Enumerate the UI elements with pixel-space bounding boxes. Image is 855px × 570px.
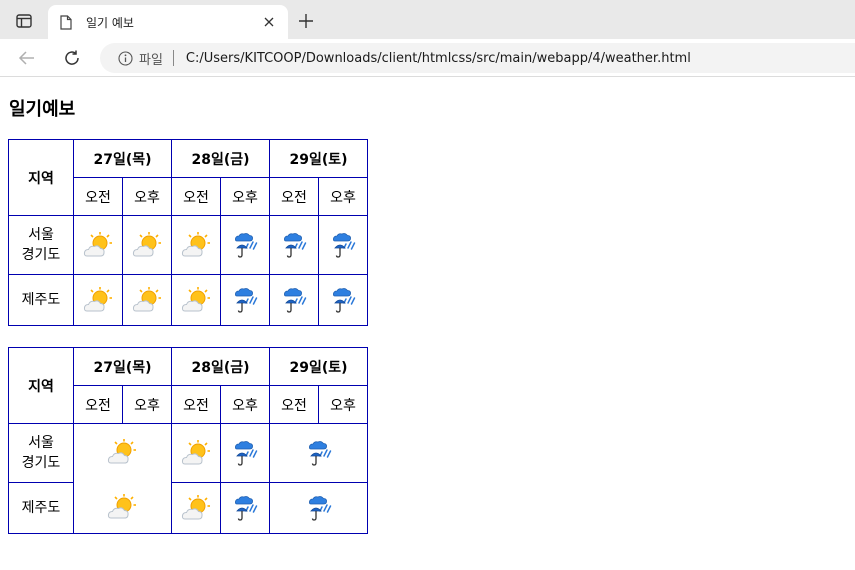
weather-cell xyxy=(171,482,221,534)
close-icon xyxy=(264,17,274,27)
weather-cell xyxy=(318,274,368,326)
arrow-left-icon xyxy=(18,51,34,65)
day-header: 29일(토) xyxy=(269,347,368,386)
weather-cell xyxy=(318,215,368,275)
am-header: 오전 xyxy=(73,177,123,216)
am-header: 오전 xyxy=(171,385,221,424)
region-name: 제주도 xyxy=(21,500,61,516)
rain-umbrella-icon xyxy=(235,233,258,258)
region-cell: 제주도 xyxy=(8,274,74,326)
weather-cell xyxy=(73,423,172,534)
rain-umbrella-icon xyxy=(235,496,258,521)
forecast-table-2: 지역 27일(목) 28일(금) 29일(토) 오전 오후 오전 오후 오전 오… xyxy=(8,347,368,534)
active-tab[interactable]: 일기 예보 xyxy=(48,5,288,39)
weather-cell xyxy=(220,482,270,534)
pm-header: 오후 xyxy=(318,385,368,424)
info-icon[interactable] xyxy=(118,50,133,66)
am-header: 오전 xyxy=(171,177,221,216)
day-header: 27일(목) xyxy=(73,347,172,386)
rain-umbrella-icon xyxy=(308,496,331,521)
sun-cloud-icon xyxy=(132,287,161,312)
region-header: 지역 xyxy=(8,347,74,424)
region-cell: 서울 경기도 xyxy=(8,215,74,275)
pm-header: 오후 xyxy=(220,177,270,216)
document-icon xyxy=(60,14,72,30)
weather-cell xyxy=(269,482,368,534)
weather-cell xyxy=(220,215,270,275)
weather-cell xyxy=(73,274,123,326)
page-content: 일기예보 지역 27일(목) 28일(금) 29일(토) 오전 오후 오전 오후… xyxy=(8,77,855,570)
table-row: 서울 경기도 xyxy=(8,423,368,534)
sun-cloud-icon xyxy=(107,494,136,519)
sun-cloud-icon xyxy=(181,440,210,465)
sun-cloud-icon xyxy=(107,439,136,464)
day-header: 29일(토) xyxy=(269,139,368,178)
weather-cell xyxy=(220,423,270,483)
weather-cell xyxy=(269,423,368,483)
forecast-table-1: 지역 27일(목) 28일(금) 29일(토) 오전 오후 오전 오후 오전 오… xyxy=(8,139,368,326)
tab-title: 일기 예보 xyxy=(86,15,134,30)
address-url[interactable]: C:/Users/KITCOOP/Downloads/client/htmlcs… xyxy=(186,51,691,66)
weather-cell xyxy=(171,215,221,275)
rain-umbrella-icon xyxy=(308,441,331,466)
pm-header: 오후 xyxy=(220,385,270,424)
region-name: 서울 xyxy=(28,435,54,451)
region-cell: 제주도 xyxy=(8,482,74,534)
browser-toolbar: 파일 C:/Users/KITCOOP/Downloads/client/htm… xyxy=(0,39,855,77)
page-title: 일기예보 xyxy=(9,99,76,120)
rain-umbrella-icon xyxy=(235,441,258,466)
reload-button[interactable] xyxy=(58,44,86,72)
weather-cell xyxy=(171,423,221,483)
sun-cloud-icon xyxy=(132,232,161,257)
table-row: 서울 경기도 xyxy=(8,215,368,275)
close-tab-button[interactable] xyxy=(260,13,278,31)
region-name: 경기도 xyxy=(21,455,61,471)
day-header: 28일(금) xyxy=(171,347,270,386)
region-cell: 서울 경기도 xyxy=(8,423,74,483)
day-header: 28일(금) xyxy=(171,139,270,178)
am-header: 오전 xyxy=(269,177,319,216)
region-name: 경기도 xyxy=(21,247,61,263)
pm-header: 오후 xyxy=(122,385,172,424)
weather-cell xyxy=(269,215,319,275)
tab-actions-button[interactable] xyxy=(10,9,38,33)
sun-cloud-icon xyxy=(83,232,112,257)
am-header: 오전 xyxy=(73,385,123,424)
sun-cloud-icon xyxy=(181,232,210,257)
weather-cell xyxy=(122,274,172,326)
rain-umbrella-icon xyxy=(284,288,307,313)
weather-cell xyxy=(220,274,270,326)
address-bar[interactable]: 파일 C:/Users/KITCOOP/Downloads/client/htm… xyxy=(100,43,855,73)
rain-umbrella-icon xyxy=(284,233,307,258)
plus-icon xyxy=(299,14,313,28)
weather-cell xyxy=(269,274,319,326)
pm-header: 오후 xyxy=(122,177,172,216)
region-name: 서울 xyxy=(28,227,54,243)
pm-header: 오후 xyxy=(318,177,368,216)
tab-strip: 일기 예보 xyxy=(0,0,855,39)
table-row: 제주도 xyxy=(8,274,368,326)
weather-cell xyxy=(122,215,172,275)
sun-cloud-icon xyxy=(181,495,210,520)
rain-umbrella-icon xyxy=(333,288,356,313)
address-separator xyxy=(172,50,174,66)
am-header: 오전 xyxy=(269,385,319,424)
new-tab-button[interactable] xyxy=(294,9,318,33)
weather-cell xyxy=(171,274,221,326)
sidebar-icon xyxy=(16,14,32,28)
region-header: 지역 xyxy=(8,139,74,216)
rain-umbrella-icon xyxy=(235,288,258,313)
sun-cloud-icon xyxy=(83,287,112,312)
reload-icon xyxy=(65,50,79,65)
address-scheme: 파일 xyxy=(139,52,163,68)
day-header: 27일(목) xyxy=(73,139,172,178)
weather-cell xyxy=(73,215,123,275)
sun-cloud-icon xyxy=(181,287,210,312)
region-name: 제주도 xyxy=(21,292,61,308)
table-row: 제주도 xyxy=(8,482,368,534)
rain-umbrella-icon xyxy=(333,233,356,258)
back-button[interactable] xyxy=(13,44,41,72)
